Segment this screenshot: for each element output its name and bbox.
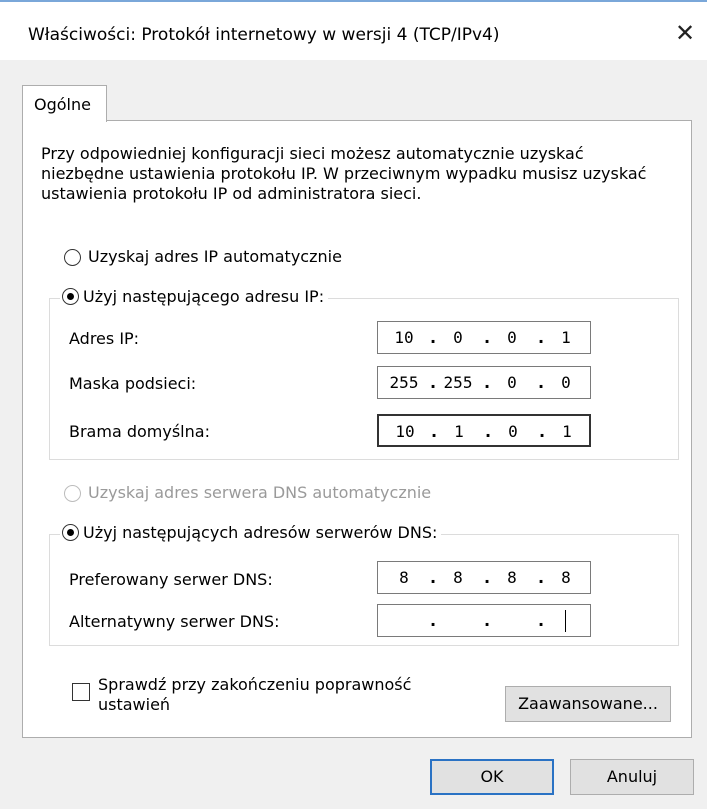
ok-button[interactable]: OK — [430, 759, 554, 795]
validate-checkbox[interactable] — [72, 683, 90, 701]
ip-address-octet-3[interactable]: 0 — [494, 322, 530, 353]
octet-separator: . — [538, 328, 545, 347]
validate-label-line2: ustawień — [98, 695, 171, 714]
cancel-button[interactable]: Anuluj — [570, 759, 694, 795]
octet-separator: . — [430, 328, 437, 347]
ip-manual-legend: Użyj następującego adresu IP: — [60, 287, 329, 306]
octet-separator: . — [484, 328, 491, 347]
alternate-dns-octet-1[interactable] — [386, 605, 422, 636]
ip-auto-radio[interactable] — [64, 249, 81, 266]
tab-general[interactable]: Ogólne — [22, 85, 107, 122]
gateway-field[interactable]: 10 . 1 . 0 . 1 — [377, 414, 591, 447]
tab-general-label: Ogólne — [34, 95, 91, 114]
gateway-octet-3[interactable]: 0 — [495, 416, 531, 445]
subnet-mask-octet-2[interactable]: 255 — [440, 367, 476, 398]
advanced-button[interactable]: Zaawansowane... — [505, 686, 671, 722]
preferred-dns-label: Preferowany serwer DNS: — [69, 570, 273, 589]
title-bar-accent-line — [0, 0, 707, 2]
alternate-dns-octet-2[interactable] — [440, 605, 476, 636]
ip-address-octet-2[interactable]: 0 — [440, 322, 476, 353]
validate-label-line1: Sprawdź przy zakończeniu poprawność — [98, 675, 412, 694]
preferred-dns-octet-4[interactable]: 8 — [548, 562, 584, 593]
octet-separator: . — [484, 611, 491, 630]
preferred-dns-octet-2[interactable]: 8 — [440, 562, 476, 593]
ip-manual-label[interactable]: Użyj następującego adresu IP: — [83, 287, 324, 306]
preferred-dns-octet-3[interactable]: 8 — [494, 562, 530, 593]
octet-separator: . — [431, 422, 438, 441]
octet-separator: . — [430, 611, 437, 630]
dns-manual-label[interactable]: Użyj następujących adresów serwerów DNS: — [83, 523, 437, 542]
subnet-mask-octet-4[interactable]: 0 — [548, 367, 584, 398]
preferred-dns-field[interactable]: 8 . 8 . 8 . 8 — [377, 561, 591, 594]
ip-manual-radio[interactable] — [62, 288, 79, 305]
gateway-octet-2[interactable]: 1 — [441, 416, 477, 445]
octet-separator: . — [484, 568, 491, 587]
octet-separator: . — [485, 422, 492, 441]
ip-auto-label[interactable]: Uzyskaj adres IP automatycznie — [88, 247, 342, 266]
octet-separator: . — [539, 422, 546, 441]
alternate-dns-label: Alternatywny serwer DNS: — [69, 612, 280, 631]
dns-manual-legend: Użyj następujących adresów serwerów DNS: — [60, 523, 442, 542]
close-icon[interactable]: ✕ — [668, 16, 702, 50]
gateway-octet-1[interactable]: 10 — [387, 416, 423, 445]
gateway-octet-4[interactable]: 1 — [549, 416, 585, 445]
ip-address-octet-4[interactable]: 1 — [548, 322, 584, 353]
text-caret — [565, 610, 566, 632]
ip-address-field[interactable]: 10 . 0 . 0 . 1 — [377, 321, 591, 354]
ip-address-label: Adres IP: — [69, 329, 140, 348]
alternate-dns-octet-4[interactable] — [528, 605, 564, 636]
ip-address-octet-1[interactable]: 10 — [386, 322, 422, 353]
alternate-dns-octet-3[interactable] — [494, 605, 530, 636]
alternate-dns-field[interactable]: . . . — [377, 604, 591, 637]
window-title: Właściwości: Protokół internetowy w wers… — [28, 25, 500, 45]
subnet-mask-octet-3[interactable]: 0 — [494, 367, 530, 398]
subnet-mask-field[interactable]: 255 . 255 . 0 . 0 — [377, 366, 591, 399]
octet-separator: . — [430, 568, 437, 587]
validate-label[interactable]: Sprawdź przy zakończeniu poprawność usta… — [98, 675, 411, 715]
subnet-mask-octet-1[interactable]: 255 — [386, 367, 422, 398]
description-text: Przy odpowiedniej konfiguracji sieci moż… — [41, 144, 647, 203]
dns-manual-radio[interactable] — [62, 524, 79, 541]
octet-separator: . — [538, 373, 545, 392]
octet-separator: . — [430, 373, 437, 392]
dns-auto-label: Uzyskaj adres serwera DNS automatycznie — [88, 483, 432, 502]
octet-separator: . — [538, 568, 545, 587]
subnet-mask-label: Maska podsieci: — [69, 374, 197, 393]
octet-separator: . — [484, 373, 491, 392]
dns-auto-radio — [64, 485, 81, 502]
gateway-label: Brama domyślna: — [69, 422, 210, 441]
preferred-dns-octet-1[interactable]: 8 — [386, 562, 422, 593]
